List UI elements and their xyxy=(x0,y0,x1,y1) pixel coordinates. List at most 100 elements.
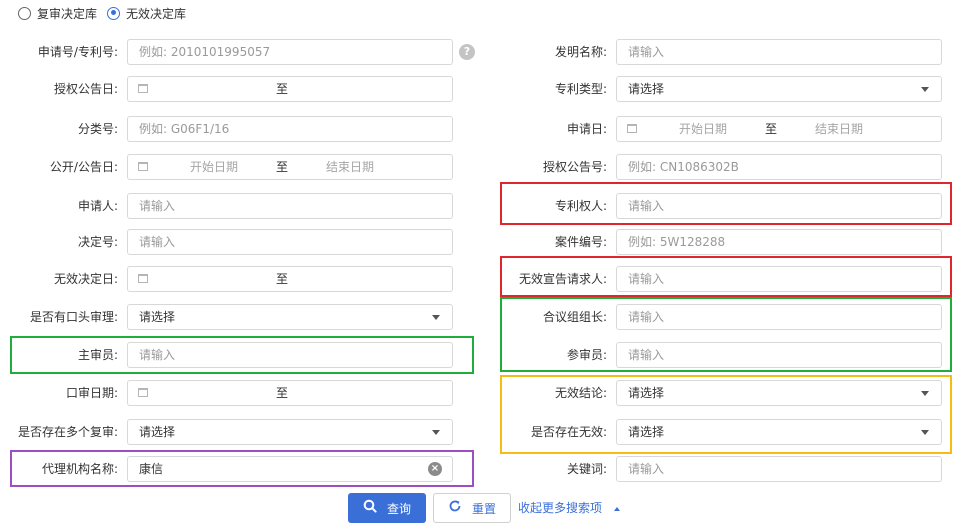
grant_no-placeholder: 例如: CN1086302B xyxy=(628,160,739,174)
decision_no-input[interactable]: 请输入 xyxy=(127,229,453,255)
patentee-input[interactable]: 请输入 xyxy=(616,193,942,219)
grant_date-label: 授权公告日: xyxy=(53,82,118,96)
search-button[interactable]: 查询 xyxy=(348,493,426,523)
calendar-icon xyxy=(138,162,148,171)
keyword-placeholder: 请输入 xyxy=(628,462,665,476)
chevron-down-icon xyxy=(921,87,929,92)
oral_date-separator: 至 xyxy=(276,386,289,400)
oral_hearing-select[interactable]: 请选择 xyxy=(127,304,453,330)
clear-icon[interactable]: × xyxy=(428,462,442,476)
multi_review-label: 是否存在多个复审: xyxy=(17,425,118,439)
applicant-input[interactable]: 请输入 xyxy=(127,193,453,219)
app_no-label: 申请号/专利号: xyxy=(37,45,118,59)
patentee-placeholder: 请输入 xyxy=(628,199,665,213)
collapse-more-label: 收起更多搜索项 xyxy=(518,501,603,515)
panel_member-placeholder: 请输入 xyxy=(628,348,665,362)
invalid_date-date-range[interactable]: 至 xyxy=(127,266,453,292)
case_no-input[interactable]: 例如: 5W128288 xyxy=(616,229,942,255)
invalid_date-label: 无效决定日: xyxy=(53,272,118,286)
grant_no-label: 授权公告号: xyxy=(542,160,607,174)
patentee-label: 专利权人: xyxy=(554,199,607,213)
agency-value: 康信 xyxy=(139,462,164,476)
grant_date-separator: 至 xyxy=(276,82,289,96)
chevron-down-icon xyxy=(432,430,440,435)
help-icon[interactable]: ? xyxy=(459,44,475,60)
calendar-icon xyxy=(138,388,148,397)
apply_date-start-placeholder: 开始日期 xyxy=(679,122,728,136)
reset-button-label: 重置 xyxy=(471,501,496,516)
requester-input[interactable]: 请输入 xyxy=(616,266,942,292)
invention_name-placeholder: 请输入 xyxy=(628,45,665,59)
radio-review-db-label[interactable]: 复审决定库 xyxy=(37,5,97,22)
reset-button[interactable]: 重置 xyxy=(433,493,511,523)
chief_examiner-placeholder: 请输入 xyxy=(139,348,176,362)
invention_name-label: 发明名称: xyxy=(554,45,607,59)
apply_date-separator: 至 xyxy=(765,122,778,136)
app_no-input[interactable]: 例如: 2010101995057 xyxy=(127,39,453,65)
apply_date-date-range[interactable]: 开始日期 至 结束日期 xyxy=(616,116,942,142)
multi_review-selected-value: 请选择 xyxy=(139,425,176,439)
oral_date-date-range[interactable]: 至 xyxy=(127,380,453,406)
oral_hearing-selected-value: 请选择 xyxy=(139,310,176,324)
agency-label: 代理机构名称: xyxy=(41,462,118,476)
calendar-icon xyxy=(138,84,148,93)
requester-label: 无效宣告请求人: xyxy=(518,272,607,286)
chief_examiner-label: 主审员: xyxy=(77,348,118,362)
collapse-more-link[interactable]: 收起更多搜索项 xyxy=(518,493,621,523)
patent_type-label: 专利类型: xyxy=(554,82,607,96)
pub_date-label: 公开/公告日: xyxy=(49,160,118,174)
refresh-icon xyxy=(448,499,462,517)
applicant-placeholder: 请输入 xyxy=(139,199,176,213)
radio-invalid-db-label[interactable]: 无效决定库 xyxy=(126,5,186,22)
class_no-placeholder: 例如: G06F1/16 xyxy=(139,122,230,136)
search-icon xyxy=(363,499,377,517)
panel_leader-input[interactable]: 请输入 xyxy=(616,304,942,330)
pub_date-separator: 至 xyxy=(276,160,289,174)
panel_leader-placeholder: 请输入 xyxy=(628,310,665,324)
oral_hearing-label: 是否有口头审理: xyxy=(29,310,118,324)
conclusion-select[interactable]: 请选择 xyxy=(616,380,942,406)
multi_review-select[interactable]: 请选择 xyxy=(127,419,453,445)
invention_name-input[interactable]: 请输入 xyxy=(616,39,942,65)
panel_member-input[interactable]: 请输入 xyxy=(616,342,942,368)
chevron-down-icon xyxy=(432,315,440,320)
panel_leader-label: 合议组组长: xyxy=(542,310,607,324)
pub_date-start-placeholder: 开始日期 xyxy=(190,160,239,174)
apply_date-label: 申请日: xyxy=(566,122,607,136)
case_no-label: 案件编号: xyxy=(554,235,607,249)
chevron-down-icon xyxy=(921,391,929,396)
grant_no-input[interactable]: 例如: CN1086302B xyxy=(616,154,942,180)
calendar-icon xyxy=(138,274,148,283)
keyword-input[interactable]: 请输入 xyxy=(616,456,942,482)
chevron-down-icon xyxy=(921,430,929,435)
chief_examiner-input[interactable]: 请输入 xyxy=(127,342,453,368)
database-selector: 复审决定库 无效决定库 xyxy=(18,5,196,21)
case_no-placeholder: 例如: 5W128288 xyxy=(628,235,726,249)
app_no-placeholder: 例如: 2010101995057 xyxy=(139,45,271,59)
decision_no-label: 决定号: xyxy=(77,235,118,249)
conclusion-selected-value: 请选择 xyxy=(628,386,665,400)
keyword-label: 关键词: xyxy=(566,462,607,476)
decision_no-placeholder: 请输入 xyxy=(139,235,176,249)
patent_type-select[interactable]: 请选择 xyxy=(616,76,942,102)
grant_date-date-range[interactable]: 至 xyxy=(127,76,453,102)
patent_type-selected-value: 请选择 xyxy=(628,82,665,96)
calendar-icon xyxy=(627,124,637,133)
apply_date-end-placeholder: 结束日期 xyxy=(815,122,864,136)
panel_member-label: 参审员: xyxy=(566,348,607,362)
class_no-input[interactable]: 例如: G06F1/16 xyxy=(127,116,453,142)
pub_date-date-range[interactable]: 开始日期 至 结束日期 xyxy=(127,154,453,180)
has_invalid-selected-value: 请选择 xyxy=(628,425,665,439)
agency-input[interactable]: 康信 × xyxy=(127,456,453,482)
has_invalid-select[interactable]: 请选择 xyxy=(616,419,942,445)
invalid_date-separator: 至 xyxy=(276,272,289,286)
class_no-label: 分类号: xyxy=(77,122,118,136)
requester-placeholder: 请输入 xyxy=(628,272,665,286)
radio-invalid-db[interactable] xyxy=(107,6,121,20)
search-button-label: 查询 xyxy=(386,501,411,516)
pub_date-end-placeholder: 结束日期 xyxy=(326,160,375,174)
radio-review-db[interactable] xyxy=(18,6,31,20)
chevron-up-icon xyxy=(614,506,621,511)
applicant-label: 申请人: xyxy=(77,199,118,213)
conclusion-label: 无效结论: xyxy=(554,386,607,400)
